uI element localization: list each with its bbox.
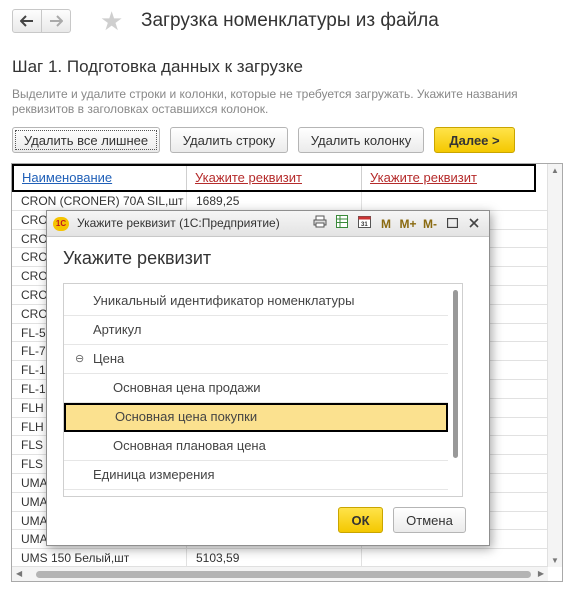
horizontal-scrollbar[interactable]: ◀ ▶	[12, 566, 548, 581]
ok-button[interactable]: ОК	[338, 507, 383, 533]
1c-logo-icon: 1С	[53, 217, 69, 231]
cell-name[interactable]: UMS 150 Белый,шт	[12, 549, 187, 567]
spreadsheet-icon[interactable]	[331, 215, 353, 233]
memory-button-m-minus[interactable]: M-	[419, 215, 441, 233]
delete-all-extra-button[interactable]: Удалить все лишнее	[12, 127, 160, 153]
scroll-down-icon[interactable]: ▼	[551, 556, 559, 565]
memory-button-m-plus[interactable]: M+	[397, 215, 419, 233]
step-title: Шаг 1. Подготовка данных к загрузке	[12, 57, 303, 76]
attribute-tree[interactable]: Единица измерения Основная плановая цена О…	[63, 283, 463, 497]
tree-scrollbar[interactable]	[451, 288, 460, 488]
select-attribute-dialog: 1С Укажите реквизит (1С:Предприятие) 31 …	[46, 210, 490, 546]
close-icon[interactable]	[463, 215, 485, 233]
print-icon[interactable]	[309, 215, 331, 233]
arrow-left-icon	[20, 15, 33, 27]
next-button[interactable]: Далее >	[434, 127, 515, 153]
window-title: Загрузка номенклатуры из файла	[141, 10, 439, 31]
memory-button-m[interactable]: M	[375, 215, 397, 233]
tree-item-label: Уникальный идентификатор номенклатуры	[93, 293, 355, 308]
cell-empty[interactable]	[362, 192, 548, 210]
dialog-title-buttons: 31 M M+ M-	[309, 215, 485, 233]
table-header: Наименование Укажите реквизит Укажите ре…	[12, 164, 536, 192]
column-header-name[interactable]: Наименование	[14, 166, 187, 190]
dialog-titlebar: 1С Укажите реквизит (1С:Предприятие) 31 …	[47, 211, 489, 237]
tree-item-label: Основная цена покупки	[115, 409, 258, 424]
scroll-up-icon[interactable]: ▲	[551, 166, 559, 175]
tree-item[interactable]: Артикул	[64, 316, 448, 345]
tree-item[interactable]: ⊖ Цена	[64, 345, 448, 374]
tree-item-label: Единица измерения	[93, 467, 215, 482]
step-hint: Выделите и удалите строки и колонки, кот…	[12, 87, 518, 116]
delete-column-button[interactable]: Удалить колонку	[298, 127, 424, 153]
dialog-window-title: Укажите реквизит (1С:Предприятие)	[77, 216, 280, 230]
tree-item[interactable]: Основная плановая цена	[64, 432, 448, 461]
back-button[interactable]	[12, 9, 42, 33]
table-row[interactable]: CRON (CRONER) 70A SIL,шт 1689,25	[12, 192, 548, 211]
star-icon[interactable]: ★	[100, 6, 123, 36]
tree-item-label: Основная плановая цена	[113, 438, 266, 453]
collapse-icon[interactable]: ⊖	[75, 345, 84, 373]
tree-item-label: Артикул	[93, 322, 142, 337]
window-header: ★ Загрузка номенклатуры из файла	[0, 0, 581, 44]
cell-value[interactable]: 1689,25	[187, 192, 362, 210]
arrow-right-icon	[50, 15, 63, 27]
calendar-icon[interactable]: 31	[353, 215, 375, 233]
tree-item[interactable]: Уникальный идентификатор номенклатуры	[64, 287, 448, 316]
delete-row-button[interactable]: Удалить строку	[170, 127, 288, 153]
cancel-button[interactable]: Отмена	[393, 507, 466, 533]
tree-item[interactable]: Единица измерения	[64, 461, 448, 490]
scroll-right-icon[interactable]: ▶	[538, 569, 544, 578]
tree-scrollbar-thumb[interactable]	[453, 290, 458, 458]
tree-item-label: Цена	[93, 351, 125, 366]
cell-empty[interactable]	[362, 549, 548, 567]
tree-item[interactable]: Основная цена продажи	[64, 374, 448, 403]
maximize-icon[interactable]	[441, 215, 463, 233]
column-header-attribute-2[interactable]: Укажите реквизит	[362, 166, 534, 190]
dialog-heading: Укажите реквизит	[63, 248, 212, 268]
tree-item-label: Основная цена продажи	[113, 380, 261, 395]
forward-button[interactable]	[41, 9, 71, 33]
scroll-left-icon[interactable]: ◀	[16, 569, 22, 578]
svg-text:31: 31	[361, 222, 368, 228]
scrollbar-thumb[interactable]	[36, 571, 531, 578]
tree-item-selected[interactable]: Основная цена покупки	[64, 403, 448, 432]
cell-value[interactable]: 5103,59	[187, 549, 362, 567]
column-header-attribute-1[interactable]: Укажите реквизит	[187, 166, 362, 190]
cell-name[interactable]: CRON (CRONER) 70A SIL,шт	[12, 192, 187, 210]
vertical-scrollbar[interactable]: ▲ ▼	[547, 164, 562, 567]
